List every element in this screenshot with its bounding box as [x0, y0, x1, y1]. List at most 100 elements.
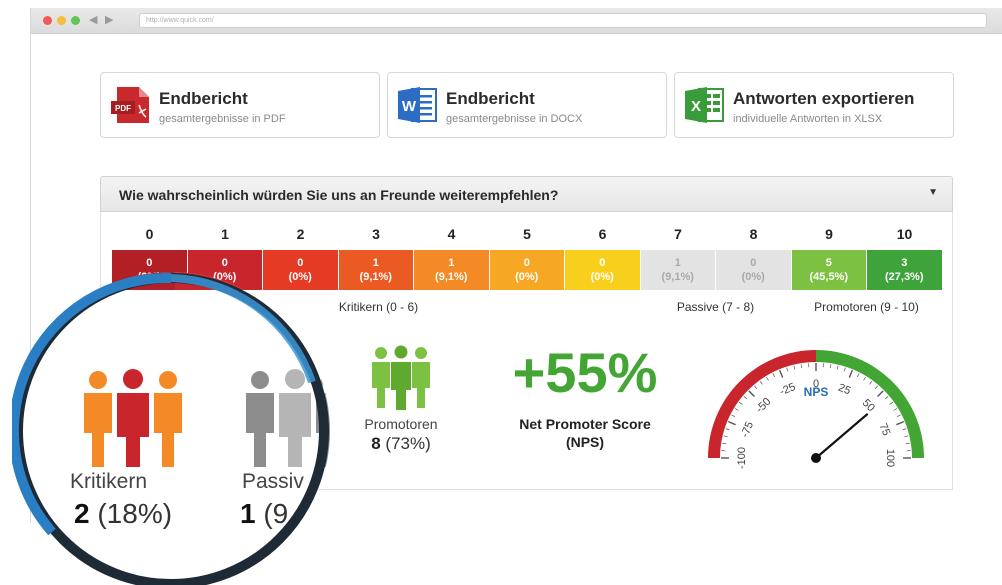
scale-count-7: 1 [674, 257, 681, 269]
excel-icon: X [685, 87, 724, 123]
gauge-tick [877, 390, 884, 397]
svg-text:PDF: PDF [115, 104, 131, 113]
scale-percent-4: (9,1%) [435, 271, 468, 283]
gauge-tick [863, 376, 866, 381]
gauge-tick [884, 396, 889, 400]
gauge-tick [725, 428, 730, 431]
promoters-percent: (73%) [385, 434, 431, 453]
gauge-tick [743, 396, 748, 400]
scale-count-9: 5 [825, 257, 832, 269]
scale-number-8: 8 [749, 226, 758, 242]
scale-count-3: 1 [372, 257, 379, 269]
scale-count-10: 3 [901, 257, 908, 269]
export-docx-title: Endbericht [446, 89, 535, 108]
address-bar[interactable]: http://www.quick.com/ [139, 13, 987, 28]
scale-number-9: 9 [825, 226, 833, 242]
browser-toolbar: ◀ ▶ http://www.quick.com/ [31, 8, 1002, 34]
scale-cell-8: 0 (0%) [716, 250, 791, 290]
gauge-tick [772, 373, 775, 378]
gauge-tick-label: 75 [877, 422, 893, 438]
maximize-window-dot[interactable] [71, 16, 80, 25]
scale-percent-5: (0%) [515, 271, 539, 283]
chevron-down-icon[interactable]: ▼ [928, 187, 938, 198]
pdf-icon: PDF [111, 87, 149, 123]
scale-cell-3: 1 (9,1%) [338, 250, 413, 290]
group-label-passive: Passive (7 - 8) [676, 300, 755, 314]
svg-text:X: X [691, 98, 701, 115]
promoters-label: Promotoren [364, 416, 438, 432]
gauge-tick [902, 428, 907, 431]
back-arrow-icon[interactable]: ◀ [89, 13, 97, 26]
gauge-tick [857, 373, 860, 378]
gauge-tick [723, 435, 728, 438]
gauge-tick [896, 420, 905, 426]
gauge-tick [734, 408, 739, 411]
gauge-tick-label: -25 [778, 381, 797, 398]
gauge-tick-label: 100 [884, 449, 896, 467]
gauge-tick [904, 435, 909, 438]
scale-count-4: 1 [448, 257, 455, 269]
export-pdf-card[interactable]: PDF Endbericht gesamtergebnisse in PDF [100, 72, 380, 138]
gauge-tick [748, 390, 755, 397]
gauge-tick [848, 369, 854, 378]
scale-number-6: 6 [598, 226, 607, 242]
gauge-tick [829, 364, 832, 369]
gauge-tick [766, 376, 769, 381]
gauge-tick [722, 442, 727, 445]
gauge-tick [843, 367, 846, 372]
scale-number-2: 2 [296, 226, 305, 242]
scale-number-4: 4 [447, 226, 456, 242]
nps-label-line1: Net Promoter Score [519, 416, 651, 432]
gauge-tick [727, 420, 736, 426]
nps-score-value: +55% [512, 341, 658, 404]
nps-score-label: Net Promoter Score (NPS) [490, 415, 680, 451]
gauge-tick [731, 414, 736, 417]
scale-count-0: 0 [146, 257, 153, 269]
scale-cell-4: 1 (9,1%) [414, 250, 489, 290]
gauge-tick [869, 380, 873, 385]
scale-number-1: 1 [221, 226, 229, 242]
scale-percent-3: (9,1%) [359, 271, 392, 283]
svg-text:W: W [402, 98, 417, 115]
forward-arrow-icon[interactable]: ▶ [105, 13, 113, 26]
gauge-needle [815, 413, 869, 459]
stage: ◀ ▶ http://www.quick.com/ PDF Endbericht… [0, 0, 1002, 585]
gauge-tick [874, 385, 878, 390]
gauge-nps-label: NPS [804, 385, 829, 399]
gauge-tick [905, 442, 910, 445]
nps-gauge: -100-75-50-25 0 255075100NPS [708, 350, 924, 469]
export-xlsx-subtitle: individuelle Antworten in XLSX [733, 113, 883, 125]
gauge-tick-label: -50 [754, 396, 774, 416]
gauge-tick [738, 401, 743, 405]
question-dropdown[interactable]: Wie wahrscheinlich würden Sie uns an Fre… [100, 176, 953, 212]
gauge-tick [836, 365, 839, 370]
scale-number-3: 3 [372, 226, 380, 242]
gauge-tick [896, 414, 901, 417]
scale-number-7: 7 [674, 226, 682, 242]
promoters-people-icon [372, 345, 430, 410]
scale-count-6: 0 [599, 257, 606, 269]
question-text: Wie wahrscheinlich würden Sie uns an Fre… [119, 187, 559, 203]
export-docx-card[interactable]: W Endbericht gesamtergebnisse in DOCX [387, 72, 667, 138]
magnifier-ring [12, 272, 329, 585]
export-pdf-title: Endbericht [159, 89, 248, 108]
promoters-value: 8 (73%) [335, 434, 467, 454]
scale-number-0: 0 [145, 226, 154, 242]
gauge-hub [811, 453, 821, 463]
scale-percent-8: (0%) [741, 271, 765, 283]
gauge-tick-label: 25 [836, 382, 852, 398]
word-icon: W [398, 87, 437, 123]
minimize-window-dot[interactable] [57, 16, 66, 25]
scale-percent-9: (45,5%) [809, 271, 849, 283]
scale-cell-9: 5 (45,5%) [791, 250, 866, 290]
nps-label-line2: (NPS) [565, 434, 605, 450]
export-docx-subtitle: gesamtergebnisse in DOCX [446, 113, 583, 125]
scale-count-1: 0 [221, 257, 228, 269]
gauge-tick [800, 364, 803, 369]
export-xlsx-card[interactable]: X Antworten exportieren individuelle Ant… [674, 72, 954, 138]
gauge-tick [759, 380, 763, 385]
gauge-tick [778, 369, 784, 378]
scale-count-8: 0 [750, 257, 757, 269]
gauge-tick-label: -75 [739, 420, 756, 439]
close-window-dot[interactable] [43, 16, 52, 25]
